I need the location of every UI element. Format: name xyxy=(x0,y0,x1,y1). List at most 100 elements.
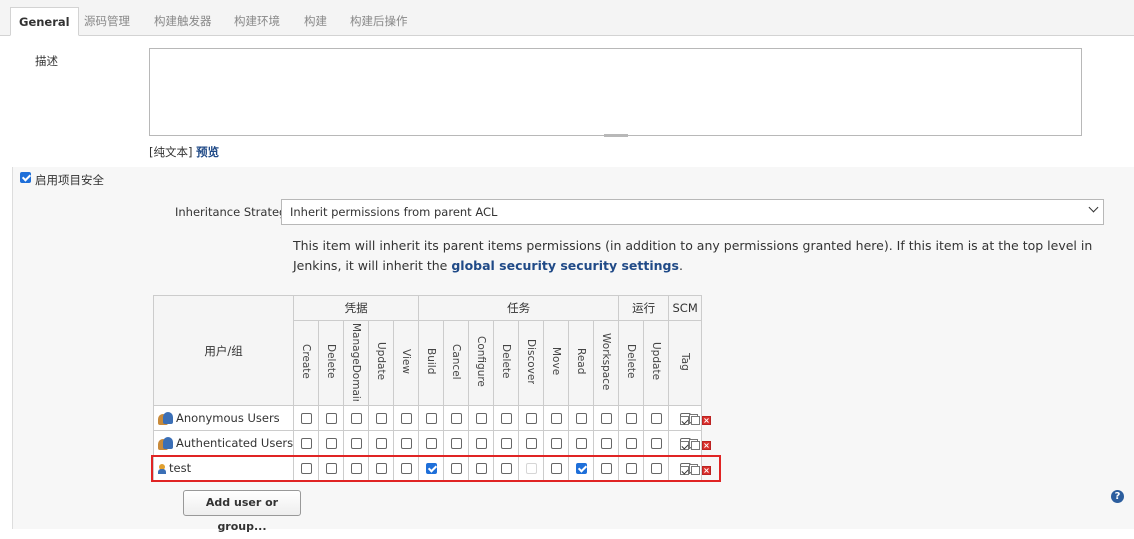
inheritance-info-end: . xyxy=(678,258,683,273)
permission-label: Update xyxy=(650,342,663,381)
permission-header: Configure xyxy=(468,320,495,406)
permission-cell xyxy=(618,405,645,431)
permission-checkbox[interactable] xyxy=(475,438,487,449)
toggle-all-icon[interactable] xyxy=(680,416,689,425)
permission-checkbox[interactable] xyxy=(325,413,337,424)
permission-cell xyxy=(543,430,570,456)
description-textarea[interactable] xyxy=(149,48,1082,136)
permission-label: View xyxy=(400,349,413,374)
clear-icon[interactable] xyxy=(691,466,700,475)
permission-label: Workspace xyxy=(600,332,613,391)
permission-header: Tag xyxy=(668,320,703,406)
permission-checkbox[interactable] xyxy=(575,438,587,449)
description-label: 描述 xyxy=(35,54,58,68)
permission-cell xyxy=(493,405,520,431)
permission-checkbox[interactable] xyxy=(300,413,312,424)
permission-header: Build xyxy=(418,320,445,406)
permission-cell xyxy=(293,405,320,431)
permission-header: Update xyxy=(368,320,395,406)
delete-icon[interactable]: × xyxy=(702,416,711,425)
toggle-all-icon[interactable] xyxy=(680,441,689,450)
table-row: Authenticated Users xyxy=(152,430,703,456)
row-name: Authenticated Users xyxy=(176,436,294,450)
inheritance-label: Inheritance Strategy xyxy=(175,205,294,219)
permission-checkbox[interactable] xyxy=(450,413,462,424)
permission-checkbox[interactable] xyxy=(350,413,362,424)
permission-checkbox[interactable] xyxy=(650,413,662,424)
permission-checkbox[interactable] xyxy=(550,438,562,449)
permission-checkbox[interactable] xyxy=(400,413,412,424)
tab-general[interactable]: General xyxy=(10,7,79,36)
permission-cell xyxy=(518,405,545,431)
permission-checkbox[interactable] xyxy=(600,438,612,449)
permission-cell xyxy=(418,405,445,431)
clear-icon[interactable] xyxy=(691,416,700,425)
permission-label: Delete xyxy=(500,344,513,379)
permission-checkbox[interactable] xyxy=(575,413,587,424)
delete-icon[interactable]: × xyxy=(702,441,711,450)
delete-icon[interactable]: × xyxy=(702,466,711,475)
clear-icon[interactable] xyxy=(691,441,700,450)
preview-link[interactable]: 预览 xyxy=(196,145,219,159)
permission-cell xyxy=(468,430,495,456)
permission-cell xyxy=(568,405,595,431)
tab-build-triggers[interactable]: 构建触发器 xyxy=(154,7,212,36)
permission-checkbox[interactable] xyxy=(325,438,337,449)
permission-header: Read xyxy=(568,320,595,406)
permission-label: Build xyxy=(425,348,438,375)
resize-handle[interactable] xyxy=(604,134,628,137)
permission-cell xyxy=(293,430,320,456)
permission-cell xyxy=(568,430,595,456)
row-actions: × xyxy=(680,413,713,427)
permission-cell xyxy=(343,405,370,431)
permission-checkbox[interactable] xyxy=(625,438,637,449)
help-icon[interactable]: ? xyxy=(1111,490,1124,503)
permission-cell xyxy=(443,405,470,431)
toggle-all-icon[interactable] xyxy=(680,466,689,475)
permission-checkbox[interactable] xyxy=(400,438,412,449)
permission-checkbox[interactable] xyxy=(650,438,662,449)
permission-cell xyxy=(618,430,645,456)
permission-checkbox[interactable] xyxy=(525,438,537,449)
permission-checkbox[interactable] xyxy=(500,413,512,424)
permission-checkbox[interactable] xyxy=(475,413,487,424)
tab-build[interactable]: 构建 xyxy=(304,7,327,36)
permission-header: Delete xyxy=(318,320,345,406)
permission-cell xyxy=(643,430,670,456)
add-user-button[interactable]: Add user or group... xyxy=(183,490,301,533)
permission-header: Delete xyxy=(493,320,520,406)
permission-checkbox[interactable] xyxy=(525,413,537,424)
permission-checkbox[interactable] xyxy=(425,438,437,449)
row-actions: × xyxy=(680,438,713,452)
table-row: Anonymous Users xyxy=(152,405,703,431)
tab-source-code[interactable]: 源码管理 xyxy=(84,7,130,36)
inheritance-selected: Inherit permissions from parent ACL xyxy=(290,205,498,219)
permission-checkbox[interactable] xyxy=(375,438,387,449)
permission-cell xyxy=(418,430,445,456)
permission-checkbox[interactable] xyxy=(375,413,387,424)
permission-label: Create xyxy=(300,344,313,379)
permission-label: Read xyxy=(575,348,588,375)
permission-checkbox[interactable] xyxy=(350,438,362,449)
permission-checkbox[interactable] xyxy=(300,438,312,449)
chevron-down-icon xyxy=(1088,202,1099,213)
tab-build-environment[interactable]: 构建环境 xyxy=(234,7,280,36)
permission-checkbox[interactable] xyxy=(425,413,437,424)
tab-post-build[interactable]: 构建后操作 xyxy=(350,7,408,36)
permission-cell xyxy=(318,430,345,456)
description-format: [纯文本] 预览 xyxy=(149,144,219,160)
permission-checkbox[interactable] xyxy=(625,413,637,424)
permission-checkbox[interactable] xyxy=(600,413,612,424)
permission-checkbox[interactable] xyxy=(500,438,512,449)
permission-checkbox[interactable] xyxy=(450,438,462,449)
permission-header: Workspace xyxy=(593,320,620,406)
permission-label: Cancel xyxy=(450,343,463,380)
enable-security-checkbox[interactable] xyxy=(20,172,31,183)
permission-checkbox[interactable] xyxy=(550,413,562,424)
permission-cell xyxy=(318,405,345,431)
inheritance-info-text: This item will inherit its parent items … xyxy=(293,238,1093,273)
inheritance-select[interactable]: Inherit permissions from parent ACL xyxy=(281,199,1104,225)
global-security-link[interactable]: global security security settings xyxy=(451,258,679,273)
permission-header: ManageDomains xyxy=(343,320,370,406)
permission-header: Update xyxy=(643,320,670,406)
